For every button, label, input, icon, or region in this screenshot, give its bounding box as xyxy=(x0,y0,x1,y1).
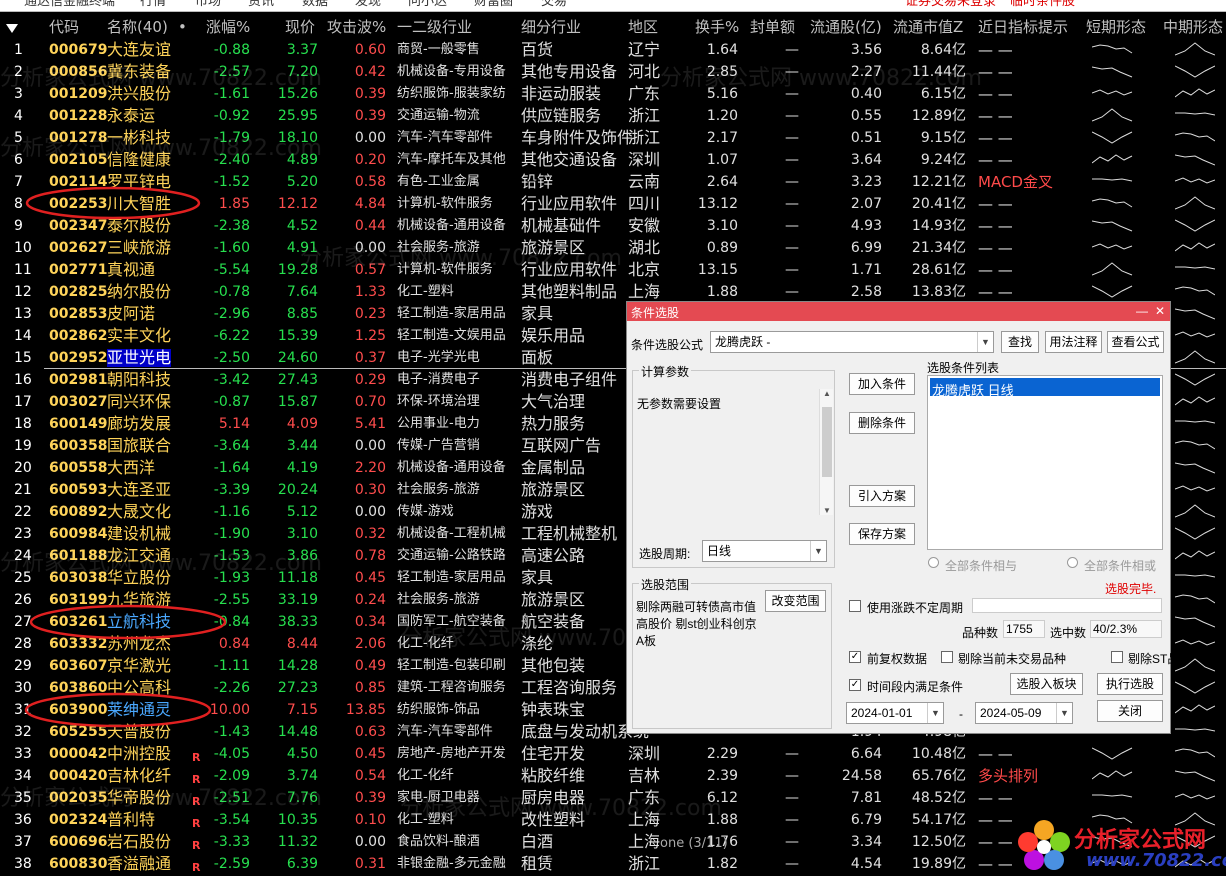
save-plan-button[interactable]: 保存方案 xyxy=(849,523,915,545)
dialog-title: 条件选股 xyxy=(631,306,680,320)
date-end-select[interactable]: 2024-05-09 ▼ xyxy=(975,702,1073,724)
usage-button[interactable]: 用法注释 xyxy=(1045,331,1102,353)
range-text-3: A板 xyxy=(636,634,657,648)
range-text-2: 高股价 剔st创业科创京 xyxy=(636,617,757,631)
find-button[interactable]: 查找 xyxy=(1001,331,1039,353)
condition-list-item[interactable]: 龙腾虎跃 日线 xyxy=(930,378,1160,398)
condition-select-dialog: 条件选股 — ✕ 条件选股公式 龙腾虎跃 - ▼ 查找 用法注释 查看公式 计算… xyxy=(626,301,1191,734)
period-label: 选股周期: xyxy=(639,547,691,561)
dialog-titlebar[interactable]: 条件选股 — ✕ xyxy=(627,302,1170,321)
chevron-down-icon[interactable]: ▼ xyxy=(1056,703,1072,723)
range-label: 选股范围 xyxy=(639,576,692,593)
range-text-1: 剔除两融可转债高市值 xyxy=(636,600,757,614)
view-formula-button[interactable]: 查看公式 xyxy=(1107,331,1164,353)
params-scrollbar[interactable]: ▲ ▼ xyxy=(819,389,833,515)
formula-select[interactable]: 龙腾虎跃 - ▼ xyxy=(710,331,994,353)
change-range-button[interactable]: 改变范围 xyxy=(765,590,826,612)
radio-or-label: 全部条件相或 xyxy=(1084,559,1157,573)
period-condition-label: 时间段内满足条件 xyxy=(867,680,964,694)
exclude-st-checkbox[interactable] xyxy=(1111,651,1123,663)
calc-params-label: 计算参数 xyxy=(639,363,692,380)
radio-or[interactable] xyxy=(1067,557,1078,568)
highlight-circle xyxy=(24,692,212,728)
selected-label: 选中数 xyxy=(1050,626,1087,640)
count-label: 品种数 xyxy=(962,626,999,640)
logo-url: www.70822.com xyxy=(1086,850,1226,871)
selected-field: 40/2.3% xyxy=(1090,620,1162,638)
uncertain-period-checkbox[interactable] xyxy=(849,600,861,612)
flower-logo-icon xyxy=(1018,820,1070,870)
exclude-st-label: 剔除ST品种 xyxy=(1128,652,1192,666)
execute-button[interactable]: 执行选股 xyxy=(1097,673,1163,695)
no-params-text: 无参数需要设置 xyxy=(637,397,722,411)
delete-condition-button[interactable]: 删除条件 xyxy=(849,412,915,434)
formula-value: 龙腾虎跃 - xyxy=(715,335,771,349)
uncertain-period-label: 使用涨跌不定周期 xyxy=(867,601,964,615)
condition-list[interactable]: 龙腾虎跃 日线 xyxy=(927,375,1163,550)
close-button[interactable]: 关闭 xyxy=(1097,700,1163,722)
highlight-circle xyxy=(29,604,227,640)
selected-value: 40/2.3% xyxy=(1093,622,1138,636)
site-logo: 分析家公式网 www.70822.com xyxy=(1016,816,1226,876)
count-field: 1755 xyxy=(1003,620,1045,638)
radio-and[interactable] xyxy=(928,557,939,568)
formula-label: 条件选股公式 xyxy=(631,338,704,352)
chevron-down-icon[interactable]: ▼ xyxy=(810,541,826,561)
exclude-untraded-checkbox[interactable] xyxy=(941,651,953,663)
period-value: 日线 xyxy=(707,544,732,558)
calc-params-group: 计算参数 无参数需要设置 ▲ ▼ 选股周期: 日线 ▼ xyxy=(632,363,835,568)
minimize-icon[interactable]: — xyxy=(1136,304,1148,318)
import-plan-button[interactable]: 引入方案 xyxy=(849,485,915,507)
to-block-button[interactable]: 选股入板块 xyxy=(1010,673,1083,695)
date-end-value: 2024-05-09 xyxy=(980,706,1042,720)
condition-list-item-label: 龙腾虎跃 日线 xyxy=(932,383,1014,398)
scroll-up-icon[interactable]: ▲ xyxy=(823,389,831,398)
page-indicator: one (3/11) xyxy=(660,836,728,851)
adjust-label: 前复权数据 xyxy=(867,652,928,666)
adjust-checkbox[interactable]: ✓ xyxy=(849,651,861,663)
uncertain-period-input[interactable] xyxy=(972,598,1162,613)
period-condition-checkbox[interactable]: ✓ xyxy=(849,679,861,691)
date-dash: - xyxy=(959,707,963,721)
scroll-thumb[interactable] xyxy=(822,407,832,477)
chevron-down-icon[interactable]: ▼ xyxy=(927,703,943,723)
date-start-value: 2024-01-01 xyxy=(851,706,913,720)
close-icon[interactable]: ✕ xyxy=(1155,304,1165,318)
highlight-circle xyxy=(25,186,201,220)
radio-and-label: 全部条件相与 xyxy=(945,559,1018,573)
chevron-down-icon[interactable]: ▼ xyxy=(977,332,993,352)
period-select[interactable]: 日线 ▼ xyxy=(702,540,827,562)
status-text: 选股完毕. xyxy=(1105,582,1157,596)
condition-list-label: 选股条件列表 xyxy=(927,361,1000,375)
count-value: 1755 xyxy=(1006,622,1033,636)
date-start-select[interactable]: 2024-01-01 ▼ xyxy=(846,702,944,724)
exclude-untraded-label: 剔除当前未交易品种 xyxy=(958,652,1067,666)
add-condition-button[interactable]: 加入条件 xyxy=(849,373,915,395)
scroll-down-icon[interactable]: ▼ xyxy=(823,506,831,515)
